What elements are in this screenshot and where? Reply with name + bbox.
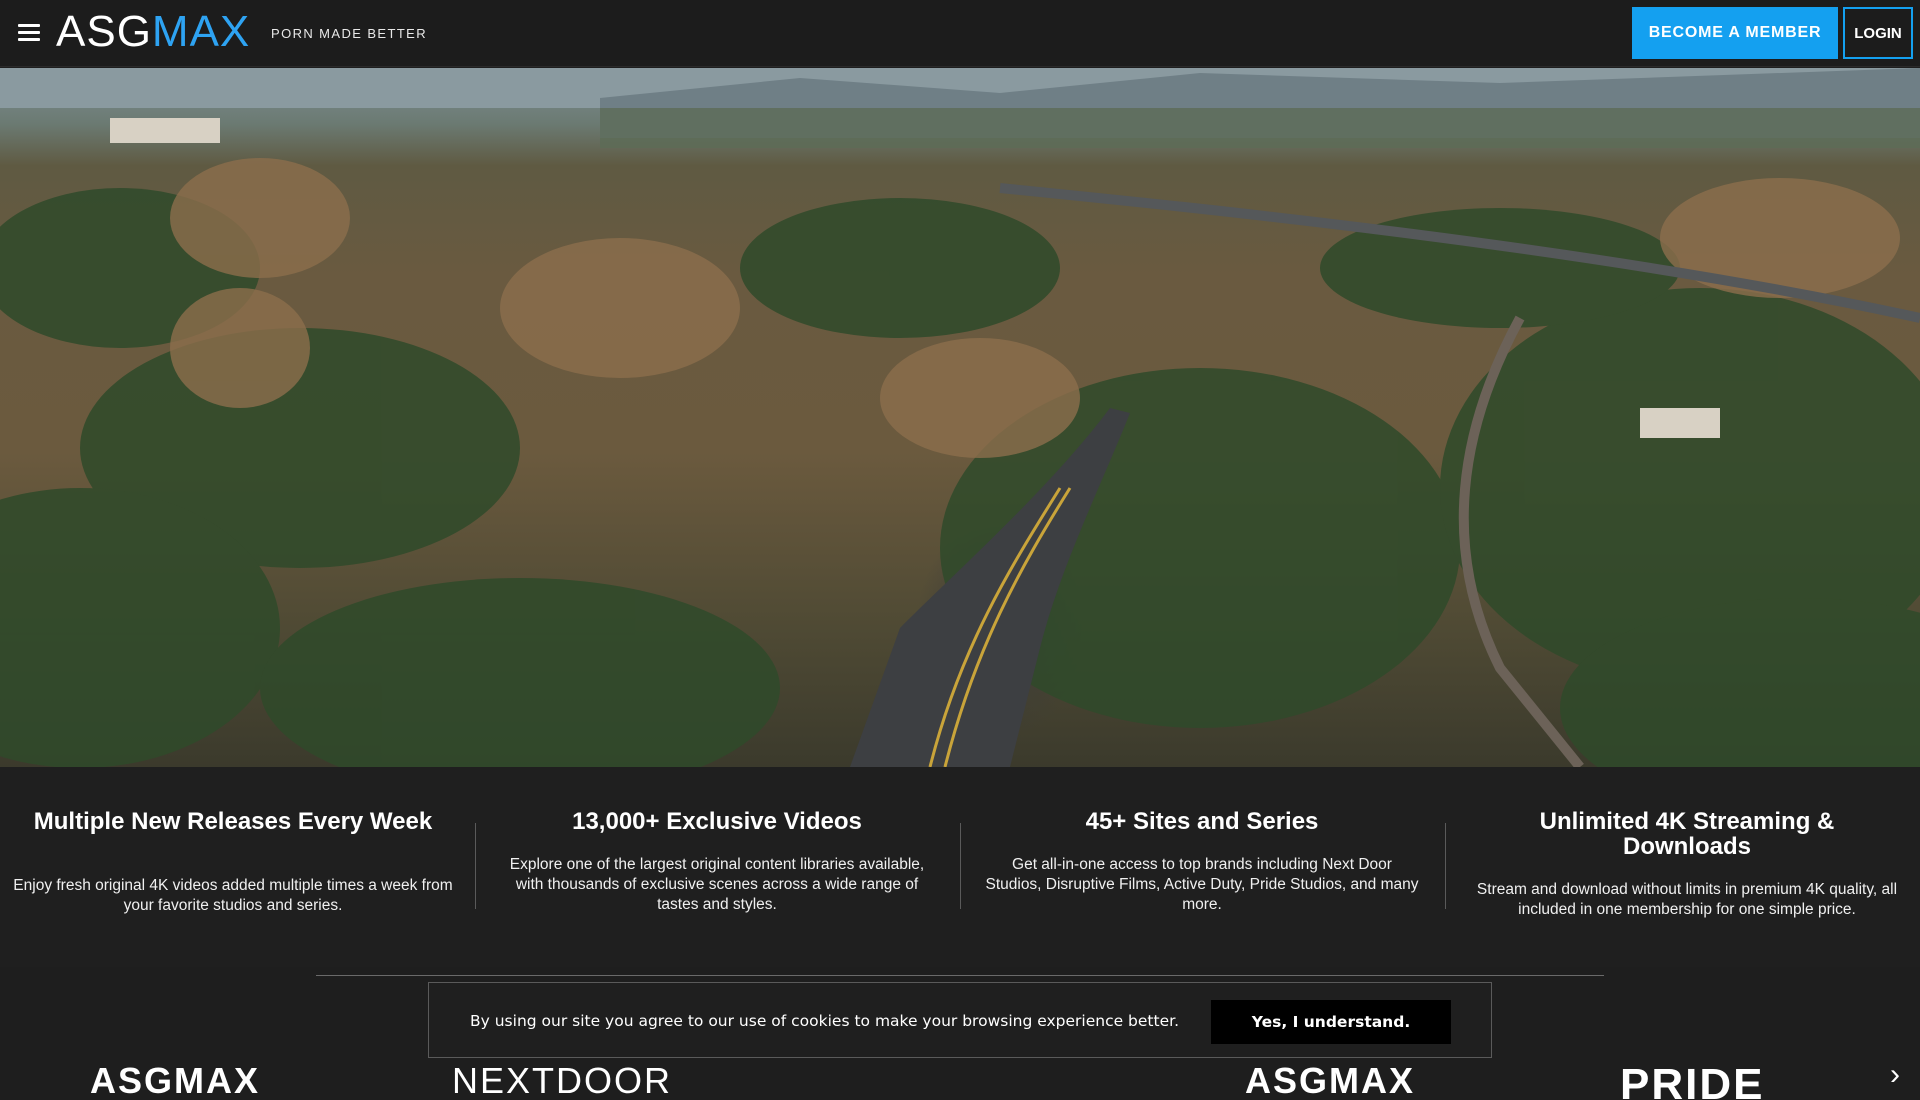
- features-section: Multiple New Releases Every Week Enjoy f…: [0, 767, 1920, 967]
- login-button[interactable]: LOGIN: [1843, 7, 1913, 59]
- feature-new-releases: Multiple New Releases Every Week Enjoy f…: [13, 809, 453, 916]
- brand-logo-asgmax-2[interactable]: ASGMAX: [1245, 1060, 1415, 1100]
- feature-4k-streaming: Unlimited 4K Streaming & Downloads Strea…: [1467, 809, 1907, 920]
- carousel-next-icon[interactable]: ›: [1890, 1058, 1900, 1092]
- feature-text: Get all-in-one access to top brands incl…: [985, 856, 1419, 913]
- brand-logo-asgmax[interactable]: ASGMAX: [90, 1060, 260, 1100]
- menu-icon[interactable]: [18, 24, 40, 42]
- site-logo[interactable]: ASGMAX: [56, 10, 250, 54]
- feature-sites-series: 45+ Sites and Series Get all-in-one acce…: [982, 809, 1422, 915]
- logo-text-asg: ASG: [56, 7, 152, 56]
- feature-title: 45+ Sites and Series: [1085, 808, 1319, 835]
- become-member-button[interactable]: BECOME A MEMBER: [1632, 7, 1838, 59]
- tagline: PORN MADE BETTER: [271, 26, 428, 41]
- feature-title: 13,000+ Exclusive Videos: [572, 808, 862, 835]
- cookie-banner: By using our site you agree to our use o…: [428, 982, 1492, 1058]
- feature-title: Unlimited 4K Streaming & Downloads: [1539, 808, 1835, 860]
- feature-divider: [960, 823, 961, 909]
- section-divider: [316, 975, 1604, 976]
- cookie-text: By using our site you agree to our use o…: [470, 1012, 1179, 1030]
- feature-divider: [475, 823, 476, 909]
- site-header: ASGMAX PORN MADE BETTER BECOME A MEMBER …: [0, 0, 1920, 67]
- brand-logo-nextdoor[interactable]: NEXTDOOR: [452, 1060, 672, 1100]
- feature-divider: [1445, 823, 1446, 909]
- hero-image: [0, 68, 1920, 767]
- feature-text: Explore one of the largest original cont…: [509, 856, 925, 913]
- feature-text: Stream and download without limits in pr…: [1476, 881, 1898, 918]
- cookie-accept-button[interactable]: Yes, I understand.: [1211, 1000, 1451, 1044]
- feature-exclusive-videos: 13,000+ Exclusive Videos Explore one of …: [497, 809, 937, 915]
- feature-title: Multiple New Releases Every Week: [33, 808, 433, 835]
- logo-text-max: MAX: [151, 7, 251, 56]
- feature-text: Enjoy fresh original 4K videos added mul…: [13, 877, 453, 914]
- brand-logo-pride[interactable]: PRIDE: [1620, 1060, 1764, 1100]
